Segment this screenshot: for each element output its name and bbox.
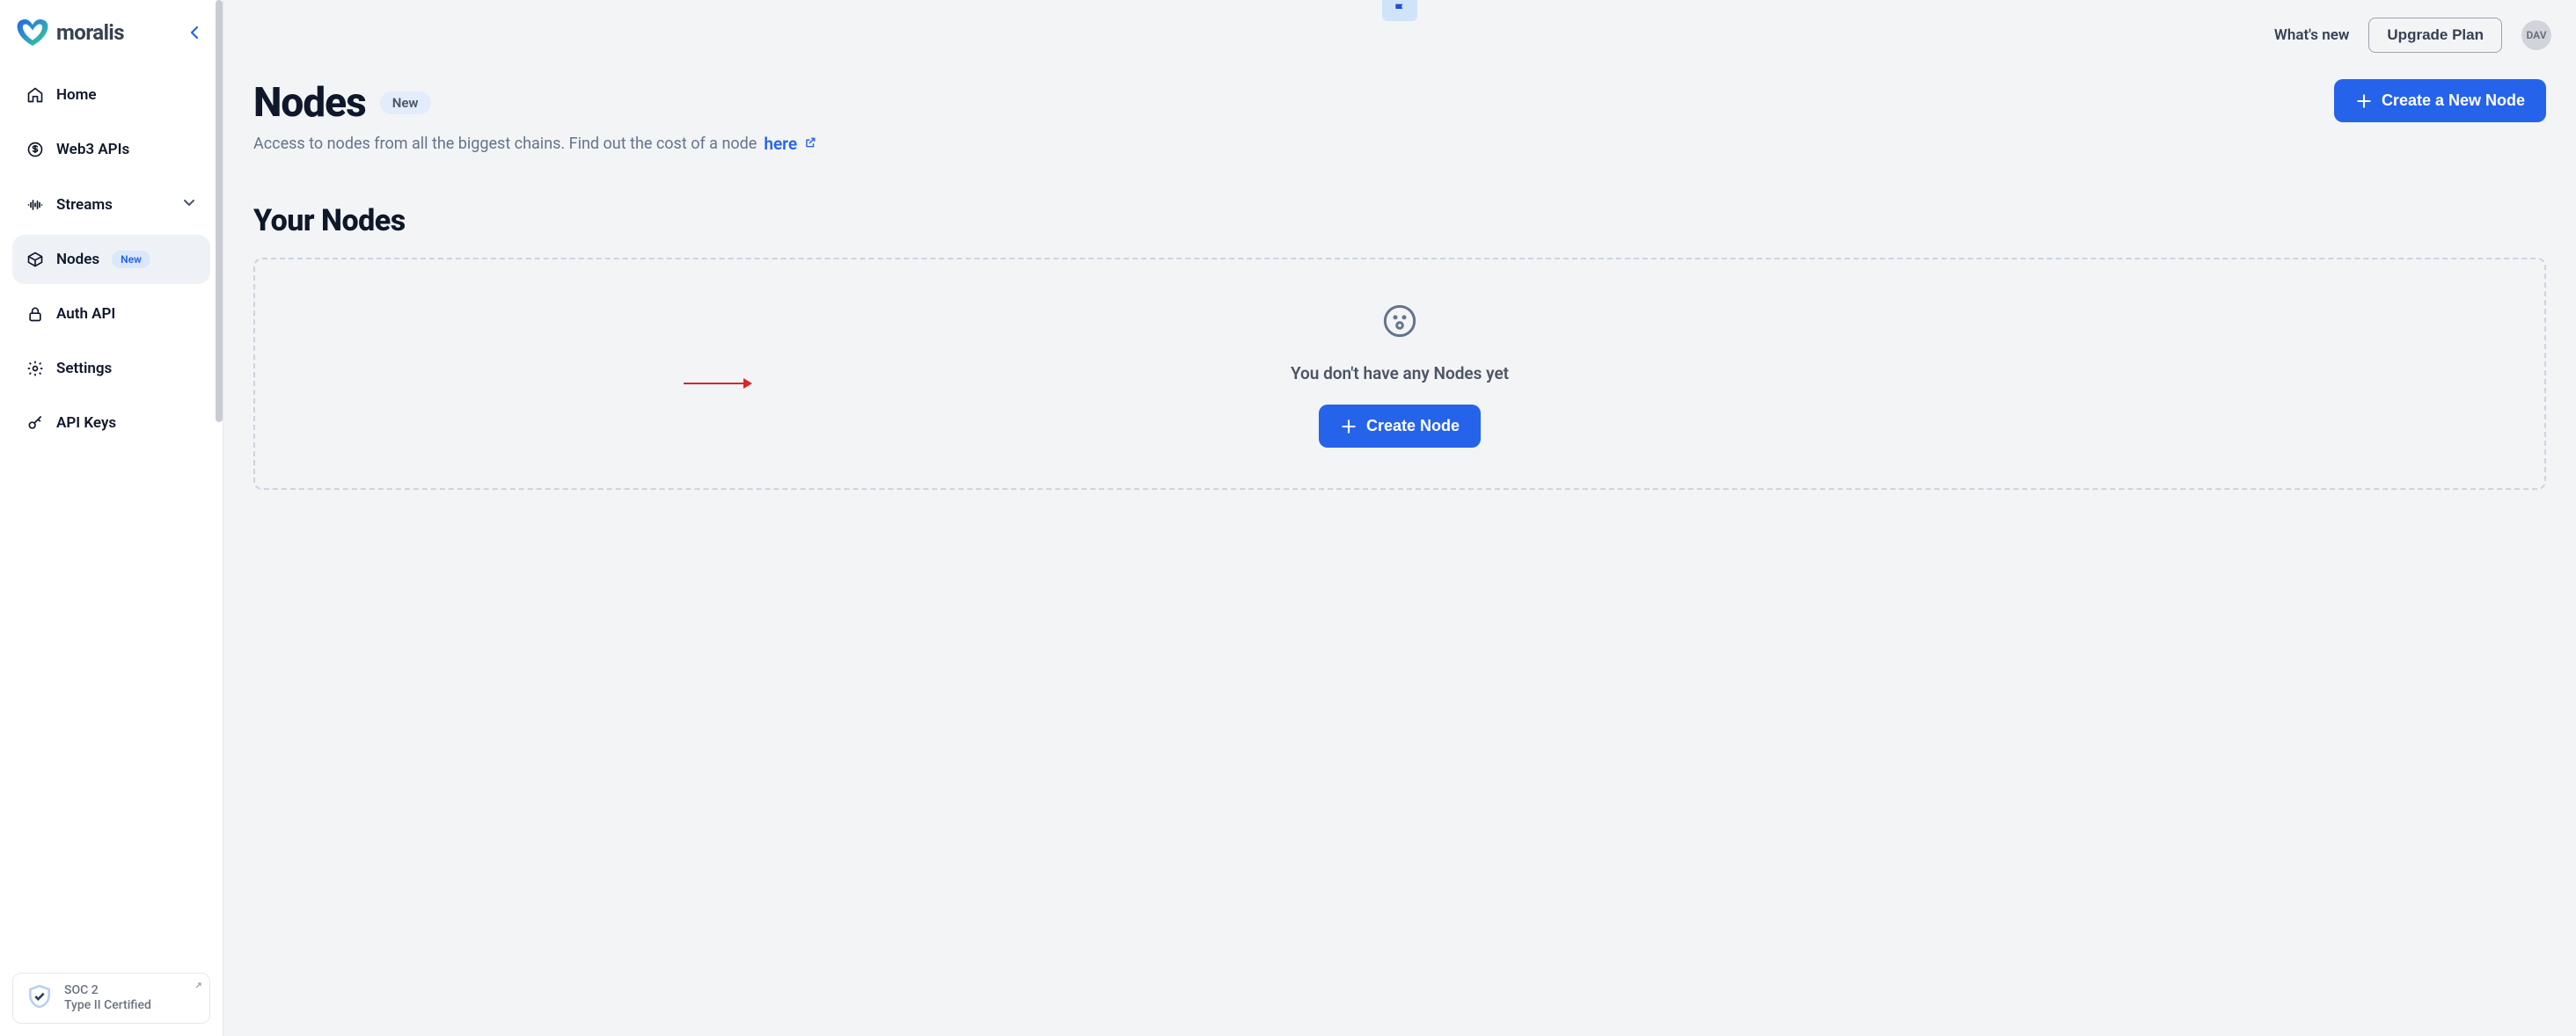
sidebar-item-settings[interactable]: Settings [12,344,210,393]
annotation-arrow [682,376,752,391]
sidebar-item-label: Nodes [56,251,99,268]
subtitle-text: Access to nodes from all the biggest cha… [253,135,757,153]
page-title: Nodes [253,79,366,127]
upgrade-plan-button[interactable]: Upgrade Plan [2368,18,2502,53]
page-head: Nodes New Access to nodes from all the b… [253,79,2546,154]
cube-icon [26,251,44,268]
gear-icon [26,360,44,377]
sidebar-item-auth-api[interactable]: Auth API [12,289,210,339]
chevron-left-icon [189,26,200,40]
page-subtitle: Access to nodes from all the biggest cha… [253,134,816,154]
chevron-down-icon [182,195,196,214]
soc2-line2: Type II Certified [64,998,151,1014]
brand-name: moralis [56,20,124,45]
whats-new-link[interactable]: What's new [2274,26,2350,44]
soc2-text: SOC 2 Type II Certified [64,983,151,1014]
sidebar-item-label: Web3 APIs [56,141,129,158]
sidebar-item-home[interactable]: Home [12,70,210,120]
sidebar-item-web3-apis[interactable]: Web3 APIs [12,125,210,174]
create-new-node-button[interactable]: Create a New Node [2334,79,2546,122]
pricing-link[interactable]: here [764,134,797,154]
sidebar-item-streams[interactable]: Streams [12,179,210,230]
external-link-icon [804,135,816,153]
brand-logo[interactable]: moralis [16,18,124,47]
button-label: Create a New Node [2382,91,2525,110]
new-badge: New [380,91,431,114]
soc2-card[interactable]: SOC 2 Type II Certified [12,973,210,1024]
soc2-line1: SOC 2 [64,983,151,999]
main-area: What's new Upgrade Plan DAV Nodes New Ac… [223,0,2576,1036]
flag-tab[interactable] [1382,0,1417,21]
home-icon [26,86,44,104]
shield-check-icon [26,982,54,1014]
lock-icon [26,305,44,323]
empty-state: You don't have any Nodes yet Create Node [253,258,2546,490]
sidebar-item-api-keys[interactable]: API Keys [12,398,210,448]
sidebar-item-label: Auth API [56,305,115,323]
user-avatar[interactable]: DAV [2521,20,2551,50]
dollar-circle-icon [26,141,44,158]
empty-text: You don't have any Nodes yet [1291,363,1509,383]
sidebar-item-label: API Keys [56,414,116,432]
section-title: Your Nodes [253,203,2546,238]
waveform-icon [26,196,44,214]
plus-icon [1340,418,1358,435]
external-link-icon [192,979,202,996]
sidebar: moralis Home Web3 APIs [0,0,223,1036]
collapse-sidebar-button[interactable] [182,20,207,45]
button-label: Create Node [1366,417,1460,435]
sidebar-nav: Home Web3 APIs Streams [0,70,223,448]
flag-icon [1393,2,1407,16]
sidebar-item-label: Settings [56,360,112,377]
new-badge: New [112,251,150,268]
sidebar-item-label: Streams [56,196,113,214]
moralis-logo-icon [16,18,49,47]
plus-icon [2355,92,2373,110]
page-content: Nodes New Access to nodes from all the b… [223,56,2576,513]
key-icon [26,414,44,432]
sidebar-scrollbar[interactable] [216,0,223,1036]
create-node-button[interactable]: Create Node [1319,405,1481,448]
arrow-right-icon [682,376,752,391]
sidebar-header: moralis [0,0,223,70]
surprised-face-icon [1382,303,1417,342]
sidebar-item-nodes[interactable]: Nodes New [12,235,210,284]
sidebar-item-label: Home [56,86,97,104]
